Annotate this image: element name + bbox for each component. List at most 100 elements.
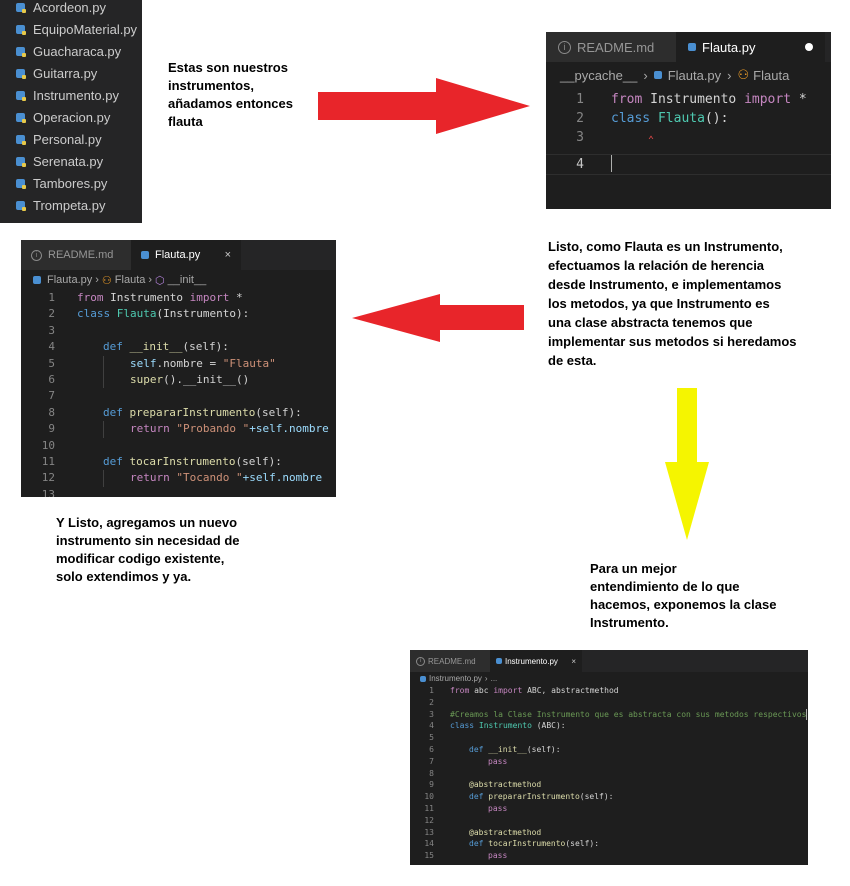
code-line: 2 class Flauta (Instrumento):: [21, 306, 336, 322]
method-icon: ⬡: [155, 274, 165, 287]
code-line: 14 def tocarInstrumento (self):: [410, 838, 808, 850]
line-number: 11: [41, 455, 55, 469]
file-item[interactable]: Tambores.py: [0, 172, 142, 194]
code-token: (self):: [255, 405, 302, 419]
file-name: Tambores.py: [33, 175, 108, 191]
code-token: Flauta: [110, 307, 157, 321]
code-token: def: [103, 455, 123, 469]
tab-readme-label: README.md: [428, 656, 476, 666]
breadcrumb-class[interactable]: Flauta: [753, 68, 789, 83]
code-decorator: @abstractmethod: [469, 780, 542, 790]
close-icon[interactable]: ×: [571, 657, 576, 666]
file-item[interactable]: Trompeta.py: [0, 194, 142, 216]
file-item[interactable]: Serenata.py: [0, 150, 142, 172]
breadcrumb-more[interactable]: ...: [491, 674, 498, 683]
file-item[interactable]: Guacharaca.py: [0, 40, 142, 62]
code-token: Instrumento: [103, 291, 190, 304]
breadcrumb-file[interactable]: Flauta.py: [47, 274, 92, 286]
tab-flauta-label: Flauta.py: [155, 249, 201, 261]
code-token: pass: [488, 756, 508, 766]
code-token: ().__init__(): [163, 373, 250, 387]
info-icon: i: [558, 40, 571, 54]
code-line: 15 pass: [410, 850, 808, 862]
code-token: import: [189, 291, 230, 304]
code-token: def: [469, 744, 484, 754]
note-instruments: Estas son nuestros instrumentos, añadamo…: [168, 60, 293, 129]
code-line: 10: [21, 438, 336, 454]
info-icon: i: [416, 656, 425, 666]
line-number: 4: [48, 340, 55, 354]
code-token: *: [791, 92, 807, 107]
file-item[interactable]: Instrumento.py: [0, 84, 142, 106]
line-number: 6: [48, 373, 55, 387]
code-token: __init__: [122, 340, 183, 354]
code-token: class: [450, 721, 475, 731]
line-number: 10: [424, 792, 434, 802]
file-item[interactable]: Personal.py: [0, 128, 142, 150]
tab-readme-label: README.md: [48, 249, 114, 261]
tab-flauta-label: Flauta.py: [702, 39, 756, 55]
code-token: (self):: [579, 792, 614, 802]
editor-instrumento-class: i README.md Instrumento.py × Instrumento…: [410, 650, 808, 865]
code-line: 13 @abstractmethod: [410, 827, 808, 839]
code-line: 12 return "Tocando " +self.nombre: [21, 470, 336, 487]
code-token: import: [493, 686, 523, 695]
line-number: 9: [48, 422, 55, 436]
code-token: +self.nombre: [242, 471, 323, 485]
code-line: 7 pass: [410, 756, 808, 768]
python-file-icon: [688, 43, 696, 51]
code-comment: #Creamos la Clase Instrumento que es abs…: [450, 709, 807, 719]
breadcrumb-file[interactable]: Instrumento.py: [429, 674, 482, 683]
code-token: abc: [469, 686, 494, 695]
breadcrumb-folder[interactable]: __pycache__: [560, 68, 637, 83]
file-name: Personal.py: [33, 131, 102, 147]
code-line: 1 from Instrumento import *: [546, 90, 831, 109]
code-token: class: [611, 111, 651, 126]
code-token: def: [103, 405, 123, 419]
code-token: tocarInstrumento: [483, 839, 566, 849]
breadcrumb: Instrumento.py › ...: [410, 672, 808, 685]
tab-readme[interactable]: i README.md: [21, 240, 131, 270]
code-token: from: [77, 291, 104, 304]
breadcrumb-class[interactable]: Flauta: [115, 274, 146, 286]
code-line: 6 super ().__init__(): [21, 372, 336, 389]
breadcrumb-method[interactable]: __init__: [168, 274, 207, 286]
arrow-left: [352, 294, 524, 342]
python-file-icon: [16, 156, 26, 167]
code-token: "Tocando ": [169, 471, 243, 485]
code-line: 4 def __init__ (self):: [21, 339, 336, 355]
chevron-right-icon: ›: [484, 674, 488, 683]
file-item[interactable]: Acordeon.py: [0, 0, 142, 18]
code-area[interactable]: 1 from abc import ABC, abstractmethod 2 3…: [410, 685, 808, 862]
unsaved-dot-icon[interactable]: [805, 43, 813, 51]
code-line: 1 from abc import ABC, abstractmethod: [410, 685, 808, 697]
code-area[interactable]: 1 from Instrumento import * 2 class Flauta…: [546, 88, 831, 175]
python-file-icon: [16, 112, 26, 123]
file-item[interactable]: Guitarra.py: [0, 62, 142, 84]
error-squiggle-icon: ⌃: [648, 135, 655, 146]
code-token: class: [77, 307, 111, 321]
line-number: 3: [48, 323, 55, 337]
code-line: 11 pass: [410, 803, 808, 815]
code-token: super: [130, 373, 164, 387]
file-item[interactable]: EquipoMaterial.py: [0, 18, 142, 40]
close-icon[interactable]: ×: [225, 249, 231, 261]
line-number: 3: [576, 130, 584, 145]
tab-readme[interactable]: i README.md: [410, 650, 490, 672]
file-item[interactable]: Operacion.py: [0, 106, 142, 128]
code-line: 10 def prepararInstrumento (self):: [410, 791, 808, 803]
tab-instrumento[interactable]: Instrumento.py ×: [490, 650, 582, 672]
tab-flauta[interactable]: Flauta.py ×: [131, 240, 241, 270]
class-icon: ⚇: [101, 274, 112, 287]
code-area[interactable]: 1 from Instrumento import * 2 class Flauta…: [21, 290, 336, 497]
chevron-right-icon: ›: [643, 67, 648, 83]
tab-flauta[interactable]: Flauta.py: [676, 32, 825, 62]
line-number: 10: [41, 438, 55, 452]
line-number: 2: [48, 307, 55, 321]
code-token: +self.nombre: [249, 422, 329, 436]
chevron-right-icon: ›: [727, 67, 732, 83]
code-line-current: 4: [546, 154, 831, 175]
tab-readme[interactable]: i README.md: [546, 32, 676, 62]
breadcrumb-file[interactable]: Flauta.py: [668, 68, 721, 83]
file-name: Guitarra.py: [33, 65, 98, 81]
